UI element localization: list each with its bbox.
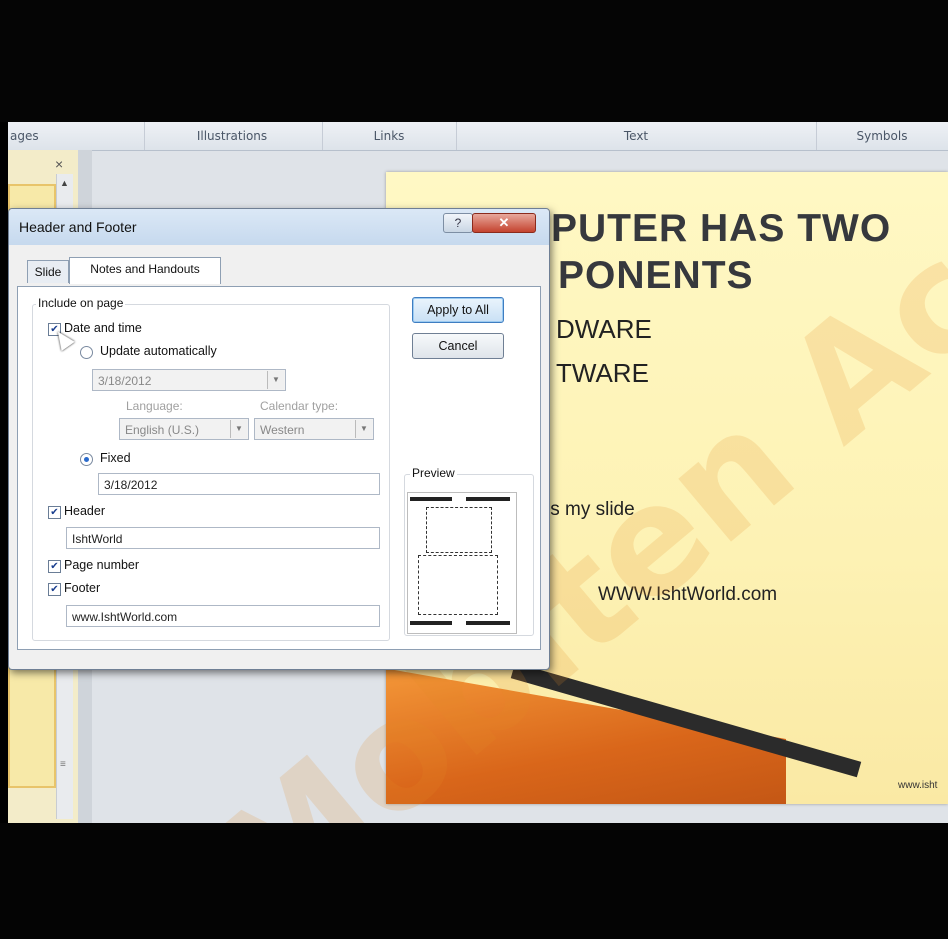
footer-input[interactable]: www.IshtWorld.com (66, 605, 380, 627)
slide-bullet-2[interactable]: TWARE (556, 358, 649, 389)
language-value: English (U.S.) (125, 423, 200, 437)
close-button[interactable]: ✕ (472, 213, 536, 233)
preview-label: Preview (410, 466, 457, 480)
tab-slide[interactable]: Slide (27, 260, 69, 283)
preview-footer-right (466, 621, 510, 625)
dialog-title: Header and Footer (19, 219, 137, 235)
apply-to-all-button[interactable]: Apply to All (412, 297, 504, 323)
ribbon-group-images[interactable]: ages (8, 122, 145, 150)
header-footer-dialog: Header and Footer ? ✕ Slide Notes and Ha… (8, 208, 550, 670)
dialog-titlebar[interactable]: Header and Footer ? ✕ (9, 209, 549, 245)
include-on-page-label: Include on page (36, 296, 126, 310)
close-icon[interactable]: × (55, 156, 63, 172)
header-label[interactable]: Header (64, 504, 105, 518)
preview-page (407, 492, 517, 634)
help-button[interactable]: ? (443, 213, 473, 233)
preview-header-left (410, 497, 452, 501)
language-label: Language: (126, 399, 183, 413)
update-automatically-label[interactable]: Update automatically (100, 344, 217, 358)
ribbon-group-labels: ages Illustrations Links Text Symbols (8, 122, 948, 151)
slide-title-line2[interactable]: PONENTS (558, 254, 754, 298)
page-number-label[interactable]: Page number (64, 558, 139, 572)
video-letterbox-top (0, 0, 948, 122)
language-dropdown[interactable]: English (U.S.) ▼ (119, 418, 249, 440)
ribbon-group-text[interactable]: Text (456, 122, 817, 150)
preview-notes-area (418, 555, 498, 615)
tab-notes-and-handouts[interactable]: Notes and Handouts (69, 257, 221, 284)
fixed-date-input[interactable]: 3/18/2012 (98, 473, 380, 495)
calendar-type-dropdown[interactable]: Western ▼ (254, 418, 374, 440)
video-letterbox-bottom (0, 823, 948, 939)
fixed-label[interactable]: Fixed (100, 451, 131, 465)
preview-header-right (466, 497, 510, 501)
ribbon-group-illustrations[interactable]: Illustrations (142, 122, 323, 150)
date-time-label[interactable]: Date and time (64, 321, 142, 335)
auto-date-dropdown[interactable]: 3/18/2012 ▼ (92, 369, 286, 391)
slide-body-text[interactable]: is my slide (546, 499, 635, 521)
slide-corner-text: www.isht (898, 780, 938, 791)
ribbon-group-links[interactable]: Links (322, 122, 457, 150)
preview-footer-left (410, 621, 452, 625)
slide-title-line1[interactable]: PUTER HAS TWO (551, 207, 891, 251)
page-number-checkbox[interactable]: ✔ (48, 560, 61, 573)
footer-label[interactable]: Footer (64, 581, 100, 595)
header-input[interactable]: IshtWorld (66, 527, 380, 549)
slide-footer-text[interactable]: WWW.IshtWorld.com (598, 584, 777, 606)
calendar-type-value: Western (260, 423, 305, 437)
chevron-down-icon: ▼ (267, 371, 284, 389)
auto-date-value: 3/18/2012 (98, 374, 152, 388)
update-automatically-radio[interactable] (80, 346, 93, 359)
footer-checkbox[interactable]: ✔ (48, 583, 61, 596)
preview-slide-top (426, 507, 492, 553)
scroll-grip-icon[interactable]: ≡ (60, 759, 66, 770)
ribbon-group-symbols[interactable]: Symbols (816, 122, 948, 150)
fixed-radio[interactable] (80, 453, 93, 466)
cancel-button[interactable]: Cancel (412, 333, 504, 359)
calendar-type-label: Calendar type: (260, 399, 339, 413)
chevron-down-icon: ▼ (230, 420, 247, 438)
slide-bullet-1[interactable]: DWARE (556, 314, 652, 345)
scroll-up-icon[interactable]: ▲ (60, 178, 69, 188)
chevron-down-icon: ▼ (355, 420, 372, 438)
header-checkbox[interactable]: ✔ (48, 506, 61, 519)
